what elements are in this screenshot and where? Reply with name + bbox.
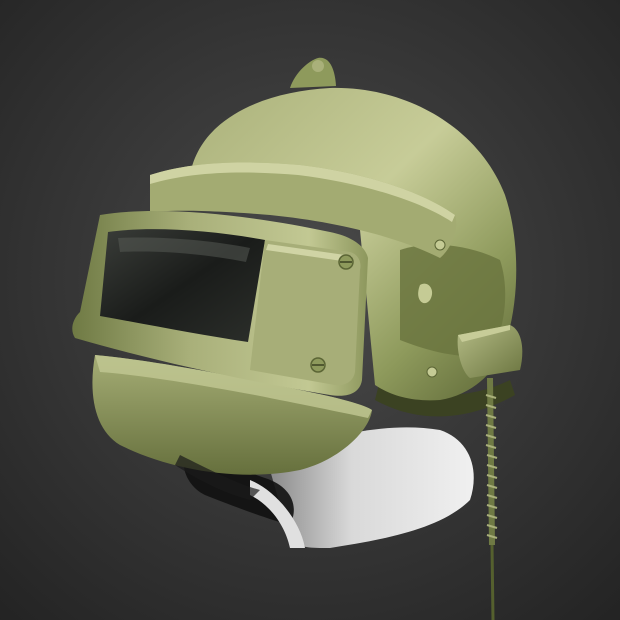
rivet-icon [434,239,446,251]
screw-icon [338,254,354,270]
helmet-render-canvas [0,0,620,620]
screw-icon [310,357,326,373]
render-viewport [0,0,620,620]
rivet-icon [426,366,438,378]
